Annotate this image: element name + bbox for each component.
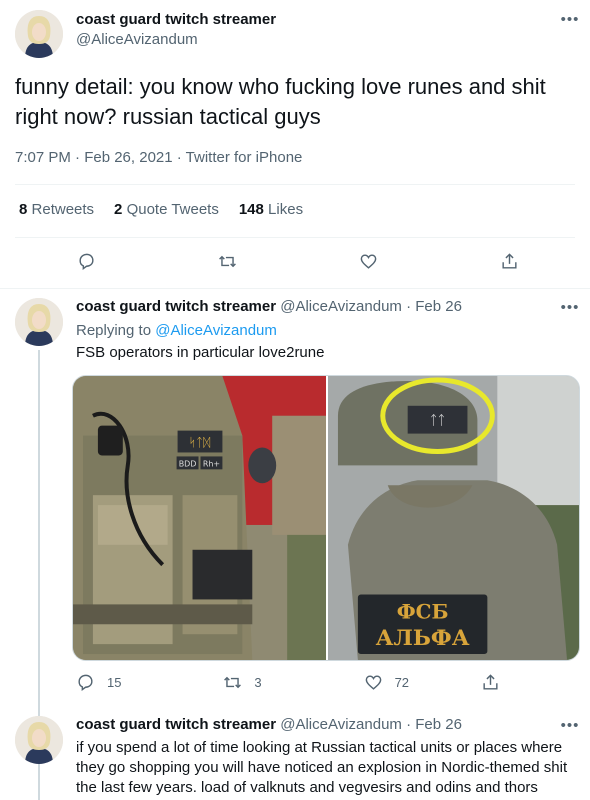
display-name[interactable]: coast guard twitch streamer <box>76 716 276 733</box>
retweets-stat[interactable]: 8 Retweets <box>19 201 94 218</box>
reply-count: 15 <box>107 675 122 690</box>
reply-date[interactable]: · Feb 26 <box>406 716 462 733</box>
tweet-stats: 8 Retweets 2 Quote Tweets 148 Likes <box>19 201 323 218</box>
share-button[interactable] <box>500 252 519 271</box>
share-icon <box>483 674 498 690</box>
likes-stat[interactable]: 148 Likes <box>239 201 303 218</box>
divider <box>0 288 590 289</box>
handle[interactable]: @AliceAvizandum <box>280 298 402 315</box>
like-button[interactable] <box>359 252 378 271</box>
patch-fsb: ФСБ <box>397 599 449 623</box>
replying-to: Replying to @AliceAvizandum <box>76 322 277 339</box>
more-options-icon[interactable]: ••• <box>560 12 580 34</box>
patch-runes: ᛋᛏᛞ <box>189 436 211 450</box>
reply-action-bar: 15 3 72 <box>76 673 500 692</box>
patch-rh: Rh+ <box>203 459 220 468</box>
photo-operator-patches[interactable]: ᛋᛏᛞ BDD Rh+ <box>73 376 326 660</box>
avatar[interactable] <box>15 298 63 346</box>
retweet-icon <box>219 255 236 268</box>
divider <box>15 184 575 185</box>
reply-text: if you spend a lot of time looking at Ru… <box>76 739 568 796</box>
display-name[interactable]: coast guard twitch streamer <box>76 298 276 315</box>
media-grid: ᛋᛏᛞ BDD Rh+ ᛏᛏ ФСБ АЛЬФА <box>72 375 580 661</box>
reply-header: coast guard twitch streamer @AliceAvizan… <box>76 298 462 315</box>
retweet-button[interactable] <box>218 252 237 271</box>
main-action-bar <box>77 252 519 271</box>
reply-header: coast guard twitch streamer @AliceAvizan… <box>76 716 462 733</box>
retweet-button[interactable]: 3 <box>223 673 262 692</box>
share-icon <box>502 253 517 269</box>
like-count: 72 <box>394 675 410 690</box>
reply-icon <box>79 253 94 271</box>
more-options-icon[interactable]: ••• <box>560 300 580 322</box>
patch-alfa: АЛЬФА <box>376 625 470 651</box>
share-button[interactable] <box>481 673 500 692</box>
reply-icon <box>78 674 93 692</box>
tweet-timestamp[interactable]: 7:07 PM · Feb 26, 2021 · Twitter for iPh… <box>15 149 302 166</box>
avatar[interactable] <box>15 10 63 58</box>
mention-link[interactable]: @AliceAvizandum <box>155 322 277 339</box>
reply-button[interactable] <box>77 252 96 271</box>
more-options-icon[interactable]: ••• <box>560 718 580 740</box>
like-button[interactable]: 72 <box>364 673 409 692</box>
display-name[interactable]: coast guard twitch streamer <box>76 10 276 30</box>
tweet-text: funny detail: you know who fucking love … <box>15 74 546 129</box>
quote-tweets-stat[interactable]: 2 Quote Tweets <box>114 201 219 218</box>
reply-date[interactable]: · Feb 26 <box>406 298 462 315</box>
tweet-header: coast guard twitch streamer @AliceAvizan… <box>76 10 276 50</box>
avatar[interactable] <box>15 716 63 764</box>
like-icon <box>365 675 381 690</box>
divider <box>15 237 575 238</box>
reply-button[interactable]: 15 <box>76 673 121 692</box>
hat-runes: ᛏᛏ <box>430 414 446 429</box>
handle[interactable]: @AliceAvizandum <box>76 30 276 50</box>
reply-text: FSB operators in particular love2rune <box>76 344 325 361</box>
like-icon <box>360 254 377 269</box>
retweet-icon <box>224 676 242 689</box>
handle[interactable]: @AliceAvizandum <box>280 716 402 733</box>
retweet-count: 3 <box>254 675 262 690</box>
photo-alfa-back[interactable]: ᛏᛏ ФСБ АЛЬФА <box>328 376 579 660</box>
patch-blood-group: BDD <box>179 459 197 468</box>
